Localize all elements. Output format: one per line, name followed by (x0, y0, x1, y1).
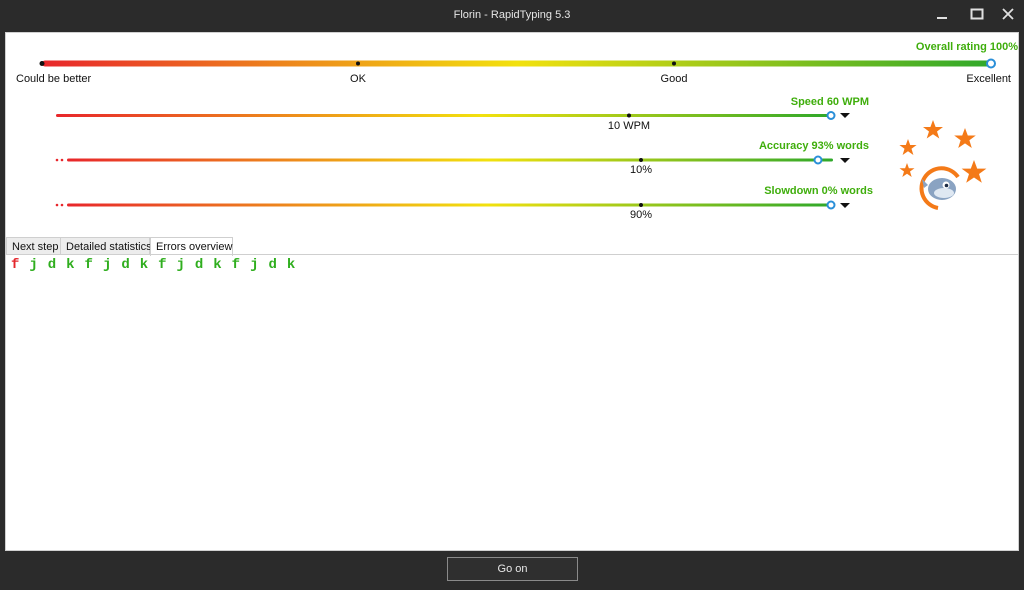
slowdown-marker (826, 200, 836, 210)
accuracy-marker (813, 155, 823, 165)
rating-stars-mascot (899, 120, 987, 210)
accuracy-bar (55, 155, 833, 165)
results-panel: Overall rating 100% Could be better OK G… (5, 32, 1019, 551)
accuracy-reference-label: 10% (629, 164, 653, 176)
slowdown-reference-label: 90% (629, 209, 653, 221)
tick-could-be-better: Could be better (16, 73, 92, 85)
correct-char: d (121, 257, 130, 273)
correct-char: d (194, 257, 204, 273)
star-icon (923, 120, 943, 139)
accuracy-dropdown-icon[interactable] (840, 158, 850, 164)
correct-char: f (158, 257, 167, 273)
whale-mascot-icon (919, 166, 960, 210)
overall-tick-dot (356, 61, 360, 66)
correct-char: j (250, 257, 259, 273)
correct-char: k (213, 257, 222, 273)
slowdown-dropdown-icon[interactable] (840, 203, 850, 209)
correct-char: f (84, 257, 93, 273)
window-title: Florin - RapidTyping 5.3 (453, 9, 571, 21)
correct-char: j (29, 257, 38, 273)
speed-reference-dot (627, 113, 631, 118)
slowdown-bar (55, 200, 836, 210)
title-bar: Florin - RapidTyping 5.3 (0, 0, 1024, 32)
tab-next-step[interactable]: Next step (6, 237, 61, 255)
speed-bar-track (56, 114, 829, 117)
accuracy-bar-track (67, 158, 833, 162)
minimize-icon (937, 17, 947, 19)
slowdown-reference-dot (639, 203, 643, 207)
overall-rating-marker (986, 58, 996, 69)
correct-char: k (286, 257, 296, 273)
tab-divider (6, 254, 1018, 255)
correct-char: f (231, 257, 241, 273)
maximize-icon (970, 8, 984, 20)
speed-marker (826, 111, 836, 120)
overall-rating-bar (39, 58, 996, 69)
star-icon (961, 160, 987, 183)
slowdown-bar-track (67, 203, 831, 207)
correct-char: k (139, 257, 149, 273)
correct-char: j (102, 257, 112, 273)
tick-ok: OK (350, 73, 366, 85)
accuracy-reference-dot (639, 158, 643, 162)
close-button[interactable] (995, 4, 1021, 26)
star-icon (899, 163, 915, 177)
overall-bar-track (42, 60, 992, 67)
overall-tick-dot (672, 61, 676, 66)
error-char: f (10, 257, 20, 273)
star-icon (954, 128, 976, 148)
tick-excellent: Excellent (966, 73, 1011, 85)
errors-overview-text: fjdkfjdkfjdkfjdk (6, 257, 300, 273)
tick-good: Good (660, 73, 688, 85)
correct-char: k (66, 257, 75, 273)
footer-bar: Go on (0, 551, 1024, 590)
correct-char: d (268, 257, 277, 273)
speed-bar (56, 111, 836, 120)
speed-dropdown-icon[interactable] (840, 113, 850, 119)
correct-char: j (176, 257, 185, 273)
star-icon (899, 139, 917, 155)
close-icon (1002, 8, 1014, 20)
overall-tick-dot (39, 61, 45, 66)
go-on-button[interactable]: Go on (447, 557, 578, 581)
correct-char: d (47, 257, 57, 273)
minimize-button[interactable] (929, 4, 955, 26)
maximize-button[interactable] (964, 4, 990, 26)
tab-detailed-statistics[interactable]: Detailed statistics (60, 237, 152, 255)
speed-reference-label: 10 WPM (607, 120, 651, 132)
